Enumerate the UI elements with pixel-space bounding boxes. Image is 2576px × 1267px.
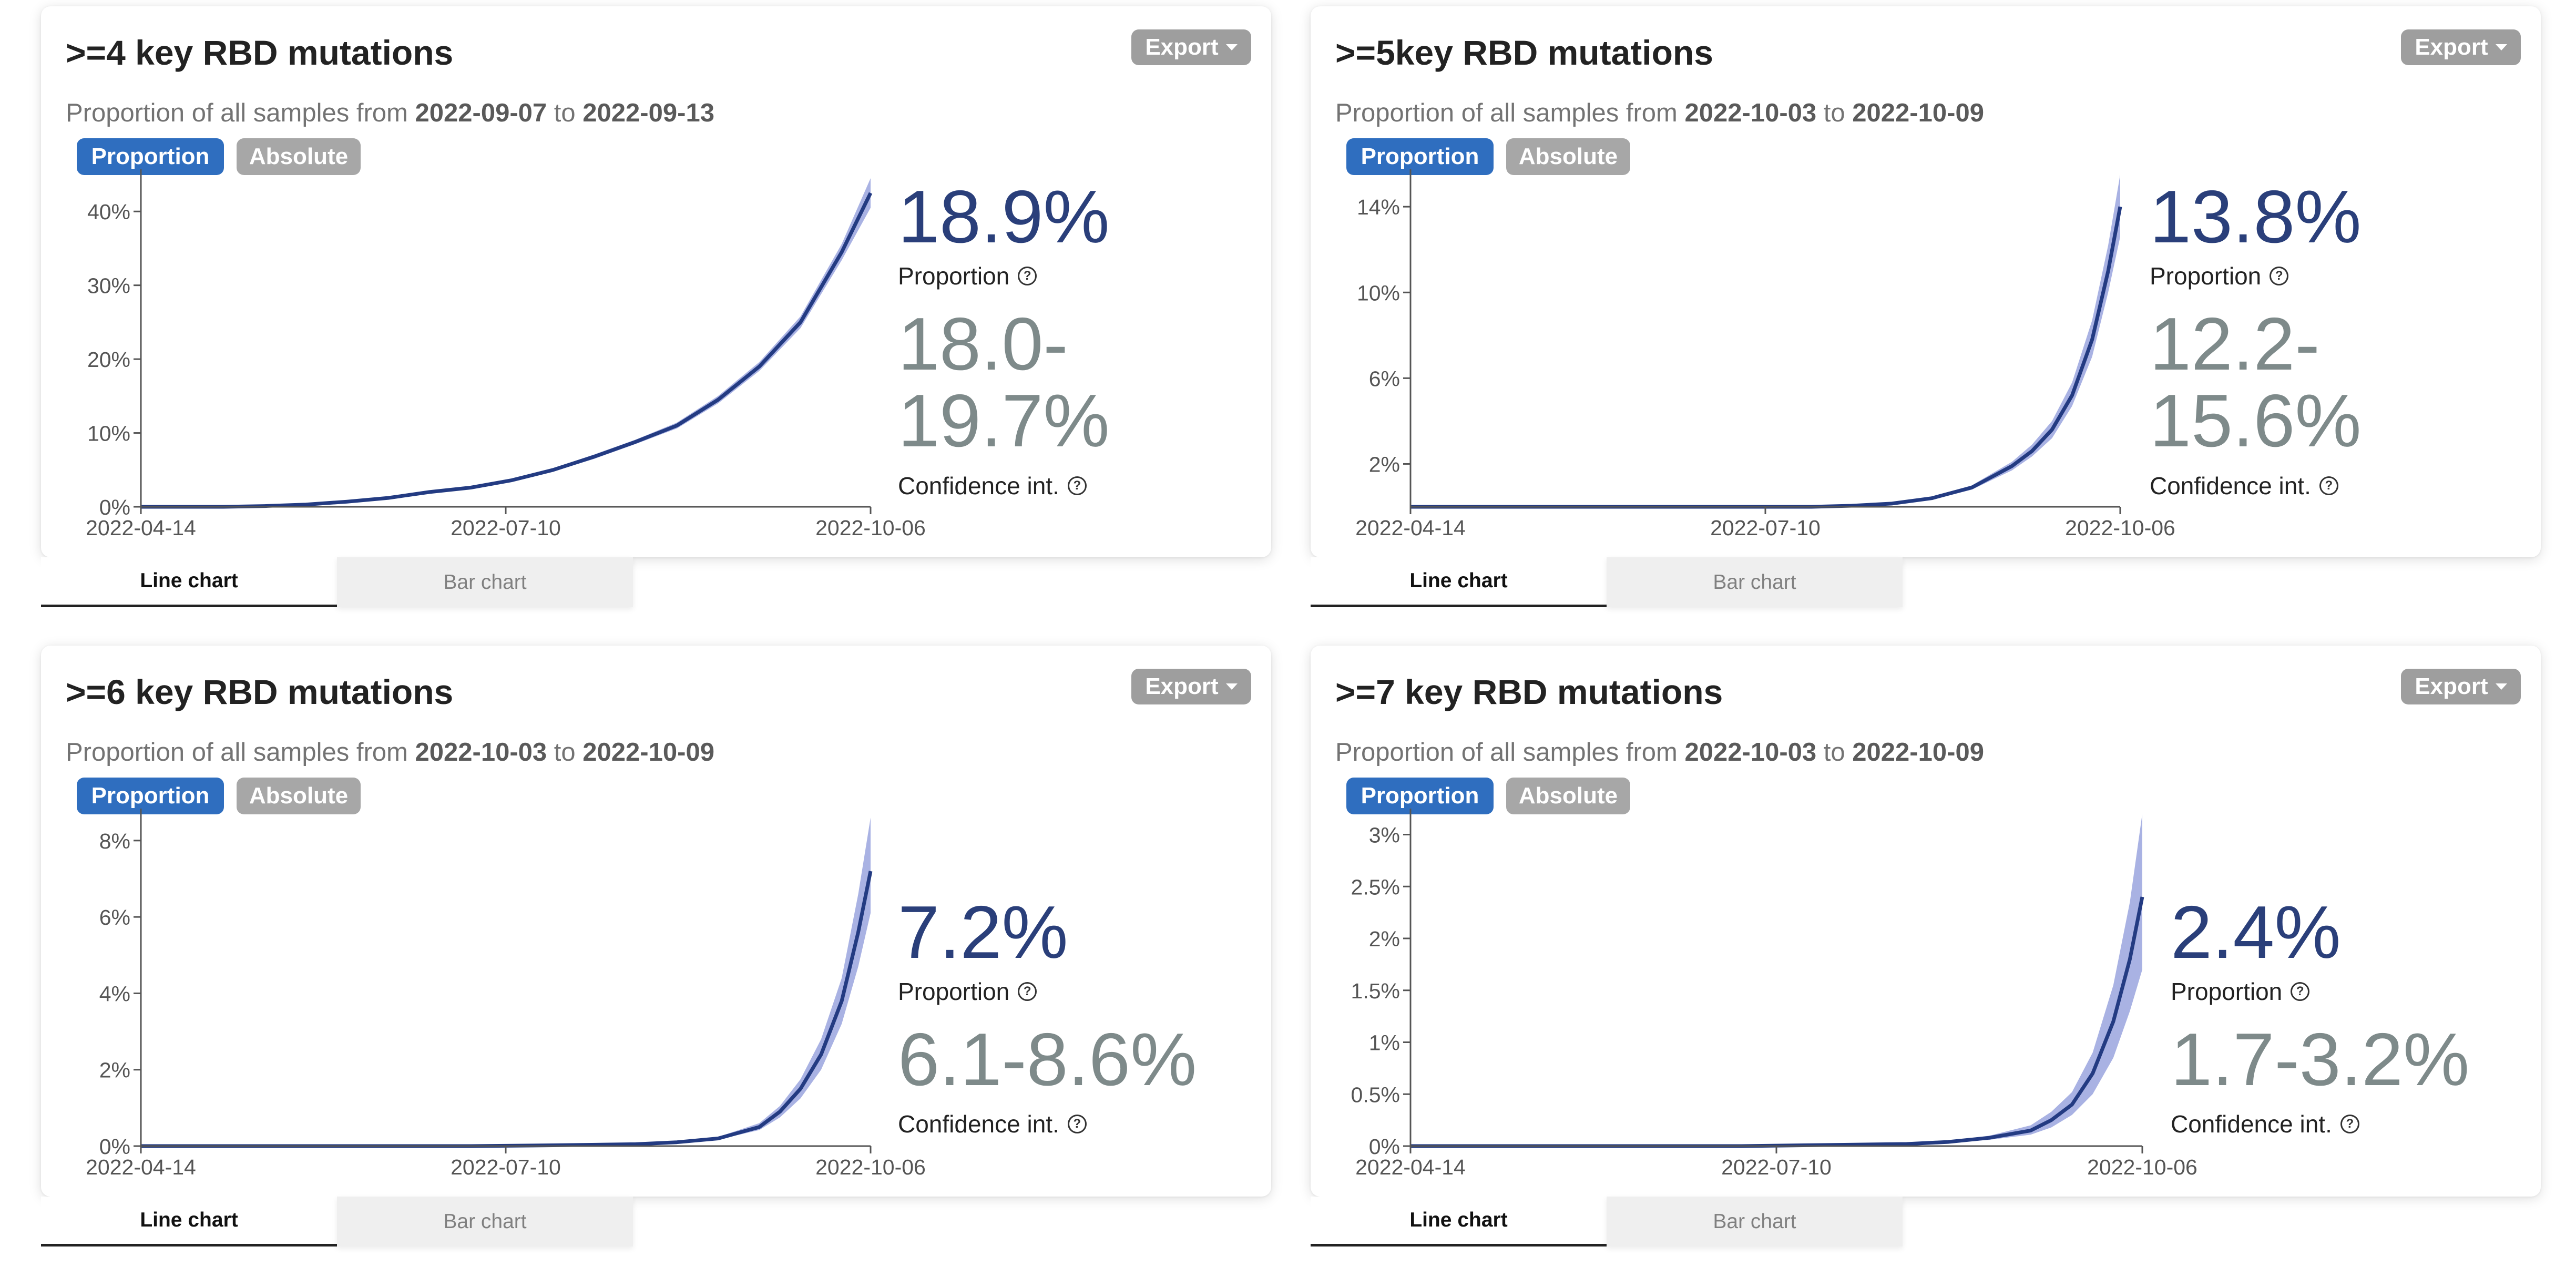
- proportion-value: 2.4%: [2171, 891, 2341, 974]
- chart-type-tabs: Line chart Bar chart: [41, 1197, 633, 1246]
- y-tick-label: 2%: [1369, 452, 1400, 476]
- chart-card-0: >=4 key RBD mutations Proportion of all …: [41, 6, 1271, 557]
- x-tick-label: 2022-07-10: [451, 1155, 561, 1179]
- confidence-label: Confidence int.?: [2171, 1110, 2469, 1138]
- confidence-value: 6.1-8.6%: [898, 1018, 1197, 1101]
- x-tick-label: 2022-10-06: [815, 516, 926, 540]
- tab-line-chart[interactable]: Line chart: [41, 1197, 337, 1246]
- chart-type-tabs: Line chart Bar chart: [41, 557, 633, 607]
- proportion-value: 18.9%: [898, 175, 1110, 259]
- y-tick-label: 1.5%: [1351, 979, 1400, 1003]
- confidence-band: [141, 178, 871, 507]
- x-tick-label: 2022-10-06: [2087, 1155, 2197, 1179]
- help-icon[interactable]: ?: [2291, 982, 2310, 1001]
- proportion-line: [1410, 896, 2144, 1148]
- y-tick-label: 20%: [87, 348, 130, 372]
- x-tick-label: 2022-10-06: [815, 1155, 926, 1179]
- help-icon[interactable]: ?: [2270, 267, 2289, 285]
- confidence-band: [141, 818, 871, 1146]
- y-tick-label: 3%: [1369, 823, 1400, 847]
- help-icon[interactable]: ?: [1018, 982, 1037, 1001]
- proportion-label: Proportion?: [898, 262, 1110, 290]
- chart-card-2: >=6 key RBD mutations Proportion of all …: [41, 646, 1271, 1197]
- help-icon[interactable]: ?: [1067, 476, 1087, 495]
- confidence-band: [1410, 814, 2142, 1146]
- tab-bar-chart[interactable]: Bar chart: [1607, 1197, 1903, 1246]
- metrics-panel: 13.8% Proportion? 12.2- 15.6% Confidence …: [2150, 180, 2362, 500]
- chart-type-tabs: Line chart Bar chart: [1311, 1197, 1903, 1246]
- help-icon[interactable]: ?: [2319, 476, 2338, 495]
- metrics-panel: 18.9% Proportion? 18.0- 19.7% Confidence …: [898, 180, 1110, 500]
- help-icon[interactable]: ?: [2340, 1115, 2359, 1134]
- y-tick-label: 10%: [1357, 281, 1400, 305]
- help-icon[interactable]: ?: [1067, 1115, 1087, 1134]
- y-tick-label: 1%: [1369, 1031, 1400, 1055]
- proportion-value: 13.8%: [2150, 175, 2362, 259]
- y-tick-label: 2.5%: [1351, 875, 1400, 899]
- y-tick-label: 6%: [1369, 366, 1400, 391]
- y-tick-label: 6%: [99, 905, 130, 929]
- y-tick-label: 10%: [87, 422, 130, 446]
- y-tick-label: 8%: [99, 829, 130, 853]
- y-tick-label: 4%: [99, 982, 130, 1006]
- proportion-line: [141, 871, 873, 1148]
- chart-card-1: >=5key RBD mutations Proportion of all s…: [1311, 6, 2541, 557]
- proportion-label: Proportion?: [898, 977, 1197, 1006]
- chart-type-tabs: Line chart Bar chart: [1311, 557, 1903, 607]
- confidence-value: 18.0- 19.7%: [898, 302, 1110, 463]
- confidence-label: Confidence int.?: [2150, 472, 2362, 500]
- confidence-label: Confidence int.?: [898, 472, 1110, 500]
- tab-line-chart[interactable]: Line chart: [1311, 557, 1607, 607]
- x-tick-label: 2022-04-14: [86, 516, 196, 540]
- y-tick-label: 14%: [1357, 195, 1400, 219]
- x-tick-label: 2022-04-14: [1355, 516, 1466, 540]
- y-tick-label: 40%: [87, 200, 130, 224]
- y-tick-label: 0.5%: [1351, 1082, 1400, 1107]
- x-tick-label: 2022-07-10: [451, 516, 561, 540]
- tab-bar-chart[interactable]: Bar chart: [337, 1197, 633, 1246]
- confidence-label: Confidence int.?: [898, 1110, 1197, 1138]
- y-tick-label: 30%: [87, 274, 130, 298]
- proportion-line: [141, 192, 873, 509]
- tab-bar-chart[interactable]: Bar chart: [1607, 557, 1903, 607]
- proportion-label: Proportion?: [2171, 977, 2469, 1006]
- tab-line-chart[interactable]: Line chart: [1311, 1197, 1607, 1246]
- x-tick-label: 2022-07-10: [1721, 1155, 1832, 1179]
- x-tick-label: 2022-04-14: [1355, 1155, 1466, 1179]
- confidence-value: 1.7-3.2%: [2171, 1018, 2470, 1101]
- x-tick-label: 2022-10-06: [2065, 516, 2175, 540]
- help-icon[interactable]: ?: [1018, 267, 1037, 285]
- proportion-label: Proportion?: [2150, 262, 2362, 290]
- y-tick-label: 2%: [1369, 927, 1400, 951]
- tab-bar-chart[interactable]: Bar chart: [337, 557, 633, 607]
- metrics-panel: 7.2% Proportion? 6.1-8.6% Confidence int…: [898, 895, 1197, 1138]
- y-tick-label: 2%: [99, 1058, 130, 1082]
- proportion-value: 7.2%: [898, 891, 1068, 974]
- chart-card-3: >=7 key RBD mutations Proportion of all …: [1311, 646, 2541, 1197]
- confidence-band: [1410, 175, 2120, 507]
- x-tick-label: 2022-04-14: [86, 1155, 196, 1179]
- x-tick-label: 2022-07-10: [1710, 516, 1821, 540]
- metrics-panel: 2.4% Proportion? 1.7-3.2% Confidence int…: [2171, 895, 2469, 1138]
- confidence-value: 12.2- 15.6%: [2150, 302, 2362, 463]
- tab-line-chart[interactable]: Line chart: [41, 557, 337, 607]
